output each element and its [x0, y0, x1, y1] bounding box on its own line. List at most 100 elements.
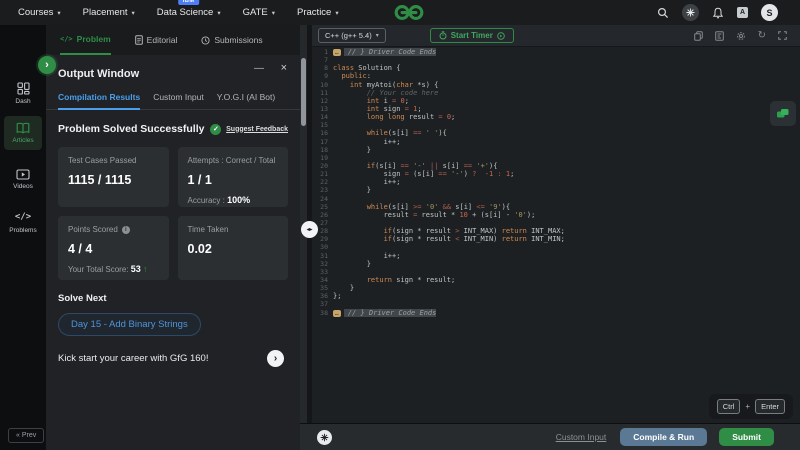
- clock-icon: [201, 35, 210, 45]
- gfg-logo[interactable]: [394, 3, 424, 22]
- plus-sign: +: [745, 402, 751, 411]
- close-icon[interactable]: ×: [281, 62, 287, 74]
- output-window-title: Output Window: [58, 68, 140, 80]
- line-number: 26: [320, 210, 328, 219]
- start-timer-button[interactable]: Start Timer: [429, 28, 514, 43]
- minimize-icon[interactable]: —: [254, 63, 264, 74]
- line-number: 7: [324, 56, 328, 65]
- tab-custom-input[interactable]: Custom Input: [153, 92, 204, 109]
- search-icon[interactable]: [657, 7, 669, 19]
- code-line: 21 sign = (s[i] == '-') ? -1 : 1;: [312, 170, 800, 178]
- prev-button[interactable]: « Prev: [8, 428, 45, 443]
- card-points: Points Scored i 4 / 4 Your Total Score: …: [58, 216, 169, 280]
- line-number: 13: [320, 104, 328, 113]
- tab-editorial[interactable]: Editorial: [134, 25, 177, 55]
- code-line: 18 }: [312, 146, 800, 154]
- chevron-down-icon: ▾: [57, 9, 61, 17]
- code-line: 14 long long result = 0;: [312, 113, 800, 121]
- notification-bell-icon[interactable]: [712, 7, 724, 19]
- line-number: 18: [320, 145, 328, 154]
- code-icon: </>: [60, 35, 73, 43]
- expand-panel-button[interactable]: ›: [38, 56, 56, 74]
- nav-item-practice[interactable]: Practice ▾: [297, 7, 339, 18]
- nav-item-placement[interactable]: Placement ▾: [83, 7, 135, 18]
- line-number: 16: [320, 129, 328, 138]
- line-number: 22: [320, 178, 328, 187]
- code-line: 20 if(s[i] == '-' || s[i] == '+'){: [312, 162, 800, 170]
- card-label: Test Cases Passed: [68, 156, 137, 165]
- settings-gear-icon[interactable]: [736, 31, 746, 41]
- output-window: Output Window — × Compilation Results Cu…: [46, 55, 300, 450]
- ai-sparkle-icon[interactable]: [317, 429, 332, 445]
- card-test-cases: Test Cases Passed 1115 / 1115: [58, 147, 169, 207]
- translate-icon[interactable]: A: [737, 7, 748, 18]
- compile-run-button[interactable]: Compile & Run: [620, 428, 708, 446]
- tab-problem[interactable]: </> Problem: [60, 25, 111, 55]
- code-line: 35 }: [312, 284, 800, 292]
- ctrl-key: Ctrl: [716, 399, 741, 414]
- code-editor-panel: C++ (g++ 5.4) ▾ Start Timer ↻ 1 … //} D…: [312, 25, 800, 424]
- code-line: 13 int sign = 1;: [312, 105, 800, 113]
- suggest-feedback-link[interactable]: Suggest Feedback: [226, 126, 288, 133]
- line-number: 38: [320, 308, 328, 317]
- nav-label: GATE: [242, 7, 268, 18]
- code-line: 24: [312, 195, 800, 203]
- language-selector[interactable]: C++ (g++ 5.4) ▾: [318, 28, 386, 43]
- nav-label: Practice: [297, 7, 332, 18]
- tab-yogi-ai-bot[interactable]: Y.O.G.I (AI Bot): [217, 92, 275, 109]
- chevron-right-icon[interactable]: ›: [267, 350, 284, 367]
- nav-label: Placement: [82, 7, 128, 18]
- nav-menu: Courses ▾ Placement ▾ IBM Data Science ▾…: [18, 0, 339, 18]
- theme-toggle-button[interactable]: [682, 4, 699, 21]
- code-line: 15: [312, 121, 800, 129]
- code-line: 33: [312, 268, 800, 276]
- card-value: 1 / 1: [187, 173, 212, 187]
- tab-compilation-results[interactable]: Compilation Results: [58, 92, 141, 110]
- line-number: 19: [320, 153, 328, 162]
- code-icon: </>: [14, 212, 32, 222]
- line-number: 11: [320, 88, 328, 97]
- info-icon[interactable]: i: [121, 225, 130, 234]
- sidebar-item-articles[interactable]: Articles: [4, 116, 42, 150]
- format-code-icon[interactable]: [714, 30, 724, 41]
- line-number: 29: [320, 235, 328, 244]
- nav-item-gate[interactable]: GATE ▾: [243, 7, 275, 18]
- output-tabs: Compilation Results Custom Input Y.O.G.I…: [46, 86, 300, 110]
- reset-code-icon[interactable]: ↻: [758, 30, 766, 41]
- sidebar-item-videos[interactable]: Videos: [4, 169, 42, 190]
- line-number: 33: [320, 267, 328, 276]
- sidebar-item-problems[interactable]: </> Problems: [4, 206, 42, 234]
- tab-submissions[interactable]: Submissions: [201, 25, 263, 55]
- sidebar-item-dash[interactable]: Dash: [4, 82, 42, 105]
- card-label: Time Taken: [187, 225, 229, 234]
- document-icon: [134, 35, 143, 45]
- splitter-drag-handle[interactable]: ◂▸: [301, 221, 318, 238]
- code-line: 37: [312, 300, 800, 308]
- copy-icon[interactable]: [693, 30, 703, 41]
- chevron-down-icon: ▾: [131, 9, 135, 17]
- submit-button[interactable]: Submit: [719, 428, 774, 446]
- next-problem-chip[interactable]: Day 15 - Add Binary Strings: [58, 313, 201, 336]
- nav-label: Courses: [18, 7, 54, 18]
- line-number: 15: [320, 121, 328, 130]
- line-number: 36: [320, 292, 328, 301]
- code-line: 31 i++;: [312, 252, 800, 260]
- card-label: Points Scored: [68, 225, 118, 234]
- code-line: 32 }: [312, 260, 800, 268]
- stopwatch-icon: [439, 31, 447, 40]
- line-number: 1: [324, 48, 328, 56]
- arrow-up-icon: ↑: [142, 264, 148, 274]
- line-number: 32: [320, 259, 328, 268]
- scrollbar-thumb[interactable]: [301, 58, 306, 126]
- avatar[interactable]: S: [761, 4, 778, 21]
- nav-item-data-science[interactable]: IBM Data Science ▾: [157, 0, 221, 18]
- code-line: 29 if(sign * result < INT_MIN) return IN…: [312, 235, 800, 243]
- fullscreen-icon[interactable]: [778, 31, 787, 40]
- accuracy-value: 100%: [227, 195, 251, 205]
- line-number: 34: [320, 275, 328, 284]
- custom-input-link[interactable]: Custom Input: [556, 432, 607, 442]
- nav-item-courses[interactable]: Courses ▾: [18, 7, 61, 18]
- code-line: 25 while(s[i] >= '0' && s[i] <= '9'){: [312, 203, 800, 211]
- ai-assistant-icon[interactable]: [770, 101, 796, 126]
- code-area[interactable]: 1… // } Driver Code Ends 7 8 class Solution…: [312, 48, 800, 317]
